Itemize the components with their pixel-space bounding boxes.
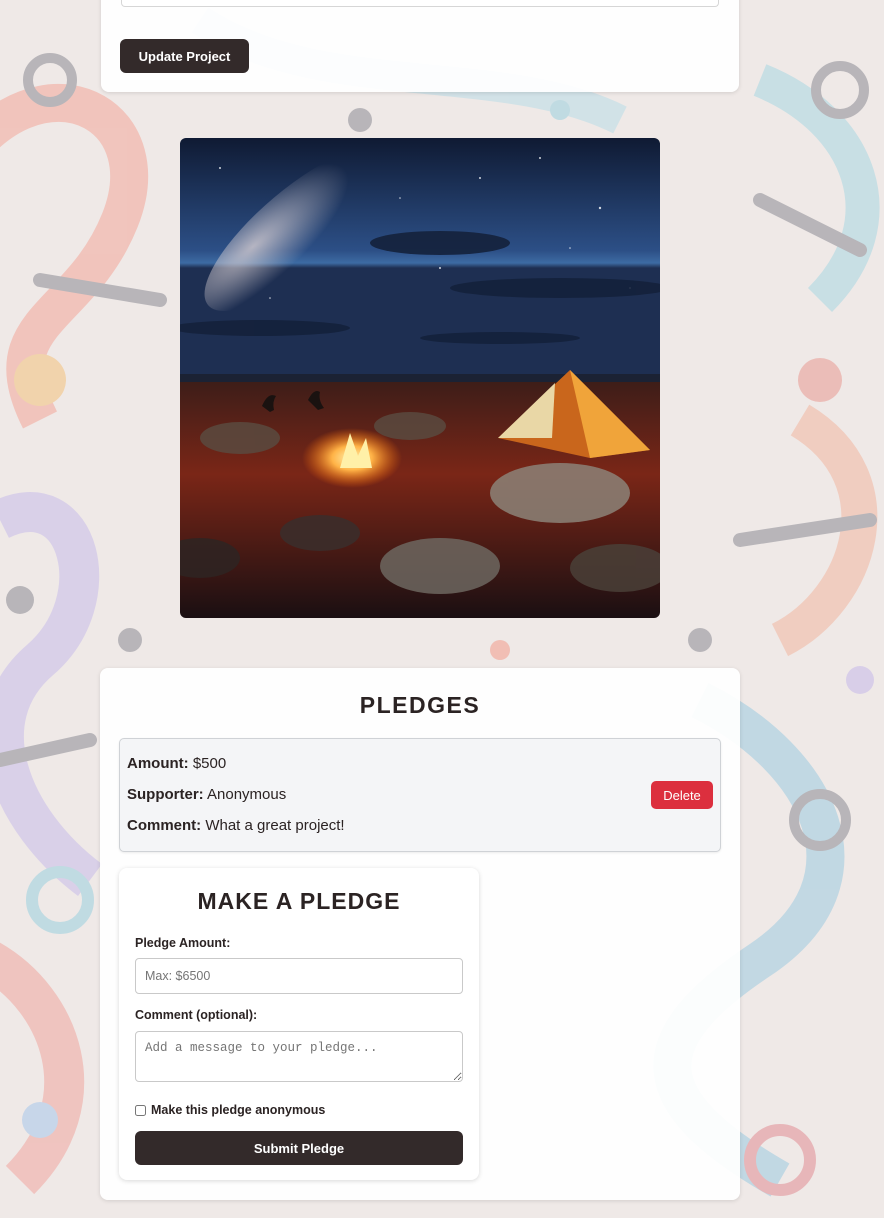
delete-pledge-button[interactable]: Delete [651, 781, 713, 809]
pledge-comment-value: What a great project! [205, 817, 345, 834]
pledge-amount-label: Amount: [127, 755, 189, 772]
pledge-comment-label: Comment: [127, 817, 202, 834]
make-pledge-title: MAKE A PLEDGE [197, 888, 401, 914]
pledge-supporter-value: Anonymous [207, 786, 287, 803]
pledge-amount-value: $500 [192, 755, 227, 772]
pledge-comment-row: Comment: What a great project! [127, 817, 345, 834]
make-pledge-form: MAKE A PLEDGE Pledge Amount: Comment (op… [119, 868, 479, 1180]
anonymous-label[interactable]: Make this pledge anonymous [151, 1103, 325, 1117]
description-field-edge[interactable] [121, 0, 719, 7]
comment-field-label: Comment (optional): [135, 1008, 258, 1022]
pledge-item: Amount: $500 Supporter: Anonymous Commen… [119, 738, 721, 852]
pledge-supporter-row: Supporter: Anonymous [127, 786, 286, 803]
pledge-amount-row: Amount: $500 [127, 755, 226, 772]
pledge-amount-field-label: Pledge Amount: [135, 936, 231, 950]
pledge-amount-input[interactable] [135, 958, 463, 994]
anonymous-option: Make this pledge anonymous [135, 1103, 325, 1117]
project-image [180, 138, 660, 618]
project-edit-card: Update Project [101, 0, 739, 92]
update-project-button[interactable]: Update Project [120, 39, 249, 73]
anonymous-checkbox[interactable] [135, 1104, 146, 1116]
comment-textarea[interactable] [135, 1031, 463, 1082]
pledges-title: PLEDGES [359, 692, 481, 718]
pledges-card: PLEDGES Amount: $500 Supporter: Anonymou… [100, 668, 740, 1200]
pledge-supporter-label: Supporter: [127, 786, 204, 803]
submit-pledge-button[interactable]: Submit Pledge [135, 1131, 463, 1165]
